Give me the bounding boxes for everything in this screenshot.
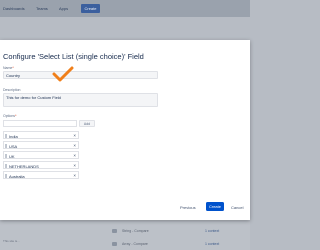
remove-option-icon[interactable]: × <box>73 173 76 178</box>
drag-handle-icon[interactable] <box>5 143 7 148</box>
configure-field-dialog <box>0 40 250 220</box>
option-item[interactable]: UK × <box>3 151 79 159</box>
background-field-name: Array - Compare <box>122 242 148 246</box>
drag-handle-icon[interactable] <box>5 133 7 138</box>
drag-handle-icon[interactable] <box>5 173 7 178</box>
background-field-context-link[interactable]: 1 context <box>205 242 219 246</box>
previous-button[interactable]: Previous <box>180 205 196 210</box>
drag-handle-icon[interactable] <box>5 163 7 168</box>
background-field-name: String - Compare <box>122 229 149 233</box>
field-type-icon <box>112 229 117 233</box>
option-item[interactable]: Australia × <box>3 171 79 179</box>
option-label: UK <box>9 153 15 159</box>
nav-teams[interactable]: Teams <box>36 6 48 11</box>
top-create-button[interactable]: Create <box>81 4 100 13</box>
add-option-button[interactable]: Add <box>79 120 95 127</box>
footer-text: This site is... <box>3 239 20 243</box>
option-label: Australia <box>9 173 25 179</box>
drag-handle-icon[interactable] <box>5 153 7 158</box>
name-field[interactable]: Country <box>3 71 158 79</box>
description-label: Description <box>3 88 21 92</box>
option-item[interactable]: USA × <box>3 141 79 149</box>
remove-option-icon[interactable]: × <box>73 143 76 148</box>
new-option-input[interactable] <box>3 120 77 127</box>
remove-option-icon[interactable]: × <box>73 153 76 158</box>
dialog-title: Configure 'Select List (single choice)' … <box>3 52 144 61</box>
option-item[interactable]: NETHERLANDS × <box>3 161 79 169</box>
nav-apps[interactable]: Apps <box>59 6 68 11</box>
nav-dashboards[interactable]: Dashboards <box>3 6 25 11</box>
background-field-context-link[interactable]: 1 context <box>205 229 219 233</box>
field-type-icon <box>112 242 117 246</box>
option-label: USA <box>9 143 18 149</box>
name-label: Name* <box>3 66 14 70</box>
options-label: Options* <box>3 114 17 118</box>
checkmark-icon <box>52 66 74 82</box>
description-field[interactable]: This for demo for Custom Field <box>3 93 158 107</box>
create-button[interactable]: Create <box>206 202 224 211</box>
option-label: NETHERLANDS <box>9 163 39 169</box>
option-item[interactable]: India × <box>3 131 79 139</box>
remove-option-icon[interactable]: × <box>73 133 76 138</box>
cancel-button[interactable]: Cancel <box>231 205 243 210</box>
option-label: India <box>9 133 18 139</box>
remove-option-icon[interactable]: × <box>73 163 76 168</box>
